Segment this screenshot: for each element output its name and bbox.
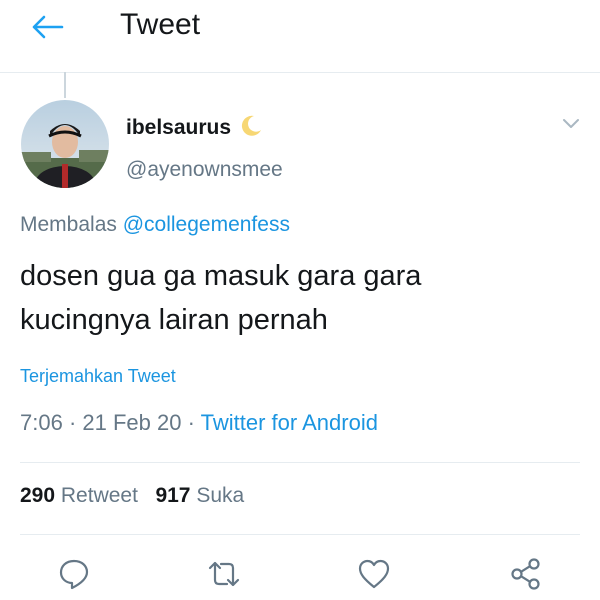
- tweet-text-line: dosen gua ga masuk gara gara: [20, 260, 422, 292]
- tweet-date: 21 Feb 20: [82, 410, 182, 435]
- tweet-source-link[interactable]: Twitter for Android: [201, 410, 378, 435]
- share-icon[interactable]: [508, 556, 544, 592]
- divider: [20, 534, 580, 535]
- retweet-icon[interactable]: [206, 556, 242, 592]
- meta-separator: ·: [68, 410, 77, 435]
- reply-icon[interactable]: [56, 556, 92, 592]
- arrow-left-icon[interactable]: [28, 10, 68, 44]
- tweet-metadata: 7:06 · 21 Feb 20 · Twitter for Android: [20, 410, 378, 436]
- reply-mention-link[interactable]: @collegemenfess: [123, 213, 290, 236]
- likes-count: 917: [155, 484, 191, 507]
- likes-label: Suka: [196, 484, 245, 507]
- crescent-moon-icon: [241, 115, 261, 136]
- tweet-text: dosen gua ga masuk gara gara kucingnya l…: [20, 254, 580, 342]
- translate-tweet-link[interactable]: Terjemahkan Tweet: [20, 366, 176, 387]
- tweet-stats: 290 Retweet 917 Suka: [20, 484, 244, 508]
- avatar[interactable]: [21, 100, 109, 188]
- retweets-count: 290: [20, 484, 56, 507]
- like-icon[interactable]: [356, 556, 392, 592]
- page-title: Tweet: [120, 8, 201, 41]
- display-name[interactable]: ibelsaurus: [126, 114, 263, 140]
- retweets-label: Retweet: [60, 484, 138, 507]
- meta-separator: ·: [187, 410, 195, 435]
- reply-prefix: Membalas: [20, 213, 117, 236]
- chevron-down-icon[interactable]: [562, 118, 580, 130]
- thread-connector: [64, 72, 66, 98]
- top-bar: Tweet: [0, 0, 600, 73]
- reply-context: Membalas @collegemenfess: [20, 213, 290, 237]
- tweet-time: 7:06: [20, 410, 63, 435]
- divider: [20, 462, 580, 463]
- retweets-stat[interactable]: 290 Retweet: [20, 484, 144, 507]
- likes-stat[interactable]: 917 Suka: [155, 484, 244, 507]
- display-name-text: ibelsaurus: [126, 116, 232, 139]
- user-handle[interactable]: @ayenownsmee: [126, 158, 283, 182]
- tweet-text-line: kucingnya lairan pernah: [20, 304, 328, 336]
